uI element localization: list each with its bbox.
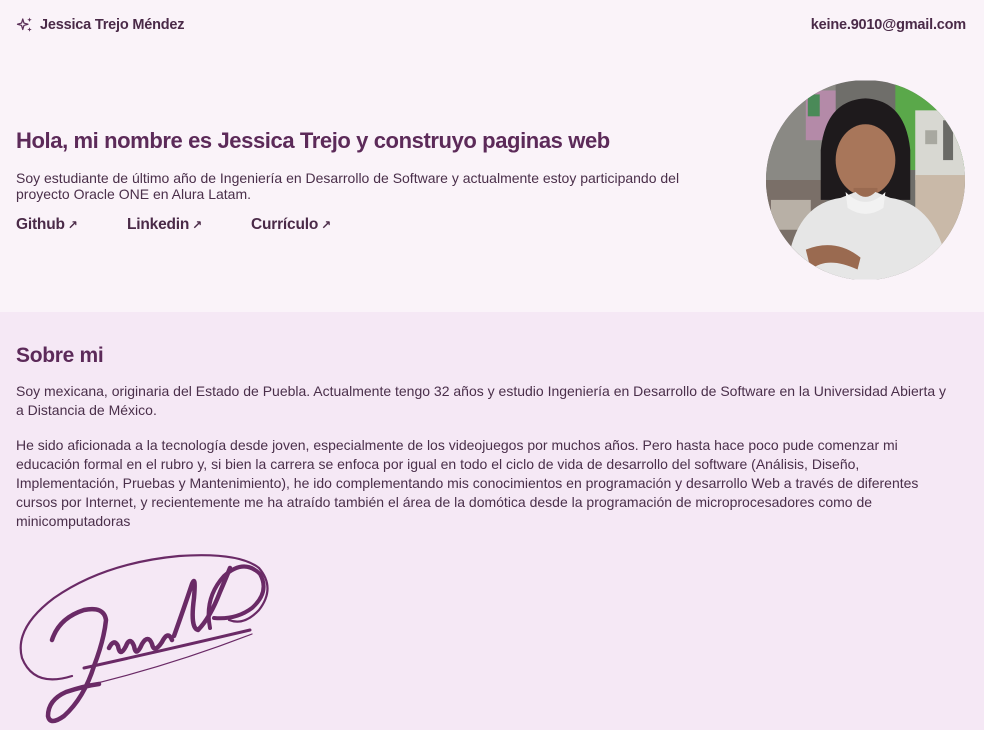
about-title: Sobre mi xyxy=(16,344,104,367)
about-paragraph-1: Soy mexicana, originaria del Estado de P… xyxy=(16,383,947,418)
hero-title: Hola, mi nombre es Jessica Trejo y const… xyxy=(16,128,610,153)
brand-name: Jessica Trejo Méndez xyxy=(40,17,185,33)
profile-photo xyxy=(766,80,965,280)
linkedin-link-label: Linkedin xyxy=(127,216,190,233)
hero-intro: Soy estudiante de último año de Ingenier… xyxy=(16,170,680,202)
brand: Jessica Trejo Méndez xyxy=(16,16,184,34)
linkedin-link[interactable]: Linkedin ↗ xyxy=(127,216,251,234)
email-link[interactable]: keine.9010@gmail.com xyxy=(811,17,966,33)
arrow-up-right-icon: ↗ xyxy=(192,218,202,232)
social-links: Github ↗ Linkedin ↗ Currículo ↗ xyxy=(16,216,331,234)
curriculum-link-label: Currículo xyxy=(251,216,319,233)
github-link[interactable]: Github ↗ xyxy=(16,216,127,234)
sparkles-icon xyxy=(16,17,32,32)
top-bar: Jessica Trejo Méndez keine.9010@gmail.co… xyxy=(0,0,984,50)
hero-section: Hola, mi nombre es Jessica Trejo y const… xyxy=(0,50,984,312)
curriculum-link[interactable]: Currículo ↗ xyxy=(251,216,331,234)
arrow-up-right-icon: ↗ xyxy=(67,218,78,232)
signature-image xyxy=(19,554,269,724)
about-section: Sobre mi Soy mexicana, originaria del Es… xyxy=(0,312,984,730)
profile-photo-illustration xyxy=(766,80,965,280)
about-paragraph-2: He sido aficionada a la tecnología desde… xyxy=(16,437,919,529)
arrow-up-right-icon: ↗ xyxy=(321,218,331,232)
github-link-label: Github xyxy=(16,216,65,233)
